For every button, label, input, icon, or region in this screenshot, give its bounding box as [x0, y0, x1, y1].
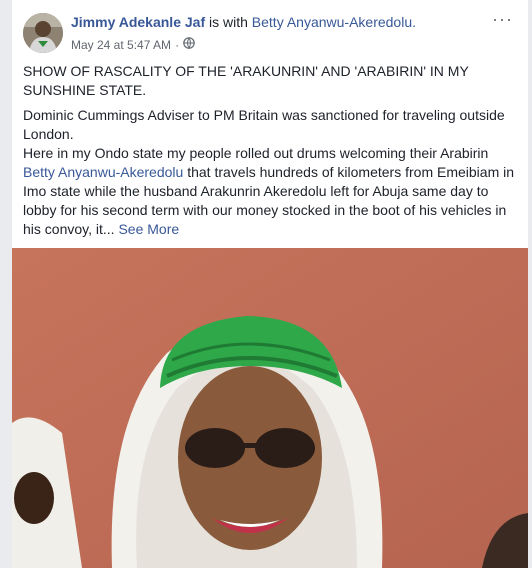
see-more-link[interactable]: See More [118, 221, 179, 237]
globe-icon[interactable] [183, 37, 195, 52]
photo-illustration [12, 248, 528, 568]
with-text: is with [209, 14, 248, 30]
meta-separator: · [175, 37, 180, 52]
tagged-user-link[interactable]: Betty Anyanwu-Akeredolu. [252, 14, 416, 30]
post-timestamp[interactable]: May 24 at 5:47 AM [71, 38, 171, 52]
post-photo[interactable] [12, 248, 528, 568]
author-avatar[interactable] [23, 13, 63, 53]
post-paragraph-1: Dominic Cummings Adviser to PM Britain w… [23, 107, 505, 142]
post-paragraph-2: Here in my Ondo state my people rolled o… [23, 144, 519, 239]
author-name[interactable]: Jimmy Adekanle Jaf [71, 14, 205, 30]
post-body: SHOW OF RASCALITY OF THE 'ARAKUNRIN' AND… [23, 62, 519, 245]
post-header: Jimmy Adekanle Jaf is with Betty Anyanwu… [71, 14, 491, 30]
post-card: Jimmy Adekanle Jaf is with Betty Anyanwu… [12, 0, 528, 568]
paragraph-2-start: Here in my Ondo state my people rolled o… [23, 145, 489, 161]
mention-link[interactable]: Betty Anyanwu-Akeredolu [23, 164, 183, 180]
post-meta: May 24 at 5:47 AM · [71, 37, 195, 52]
avatar-photo [23, 13, 63, 53]
more-options-icon[interactable]: ··· [492, 10, 512, 28]
post-headline: SHOW OF RASCALITY OF THE 'ARAKUNRIN' AND… [23, 63, 469, 98]
